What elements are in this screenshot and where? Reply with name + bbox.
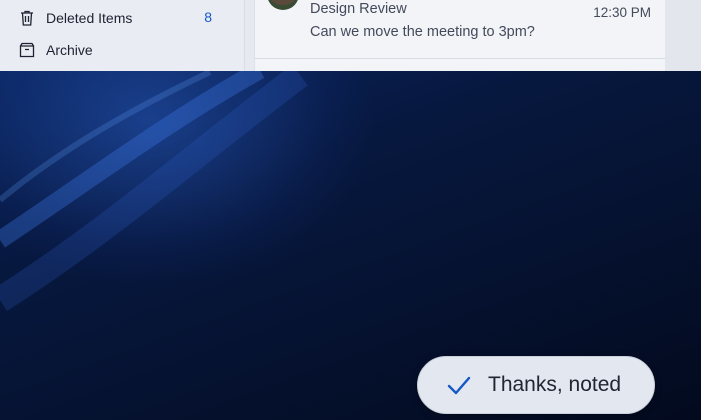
message-subject: Design Review	[310, 1, 407, 17]
divider	[255, 58, 665, 59]
message-list: Design Review 12:30 PM Can we move the m…	[254, 0, 666, 71]
unread-count-badge: 8	[204, 9, 212, 25]
sender-avatar	[267, 0, 299, 10]
folder-pane: Deleted Items 8 Archive	[0, 0, 245, 71]
checkmark-icon	[446, 375, 472, 397]
quick-reply-label: Thanks, noted	[488, 373, 622, 396]
message-preview: Can we move the meeting to 3pm?	[310, 24, 535, 40]
reading-pane-edge	[665, 0, 701, 71]
quick-reply-button[interactable]: Thanks, noted	[417, 356, 655, 414]
folder-label: Archive	[46, 42, 93, 58]
message-time: 12:30 PM	[593, 5, 651, 20]
archive-icon	[18, 41, 36, 59]
message-list-item[interactable]: Design Review 12:30 PM Can we move the m…	[255, 0, 665, 58]
folder-item-archive[interactable]: Archive	[18, 37, 218, 63]
folder-label: Deleted Items	[46, 10, 133, 26]
trash-icon	[18, 9, 36, 27]
folder-item-deleted-items[interactable]: Deleted Items 8	[18, 5, 218, 31]
mail-app-window: Deleted Items 8 Archive Design Review 12…	[0, 0, 701, 71]
